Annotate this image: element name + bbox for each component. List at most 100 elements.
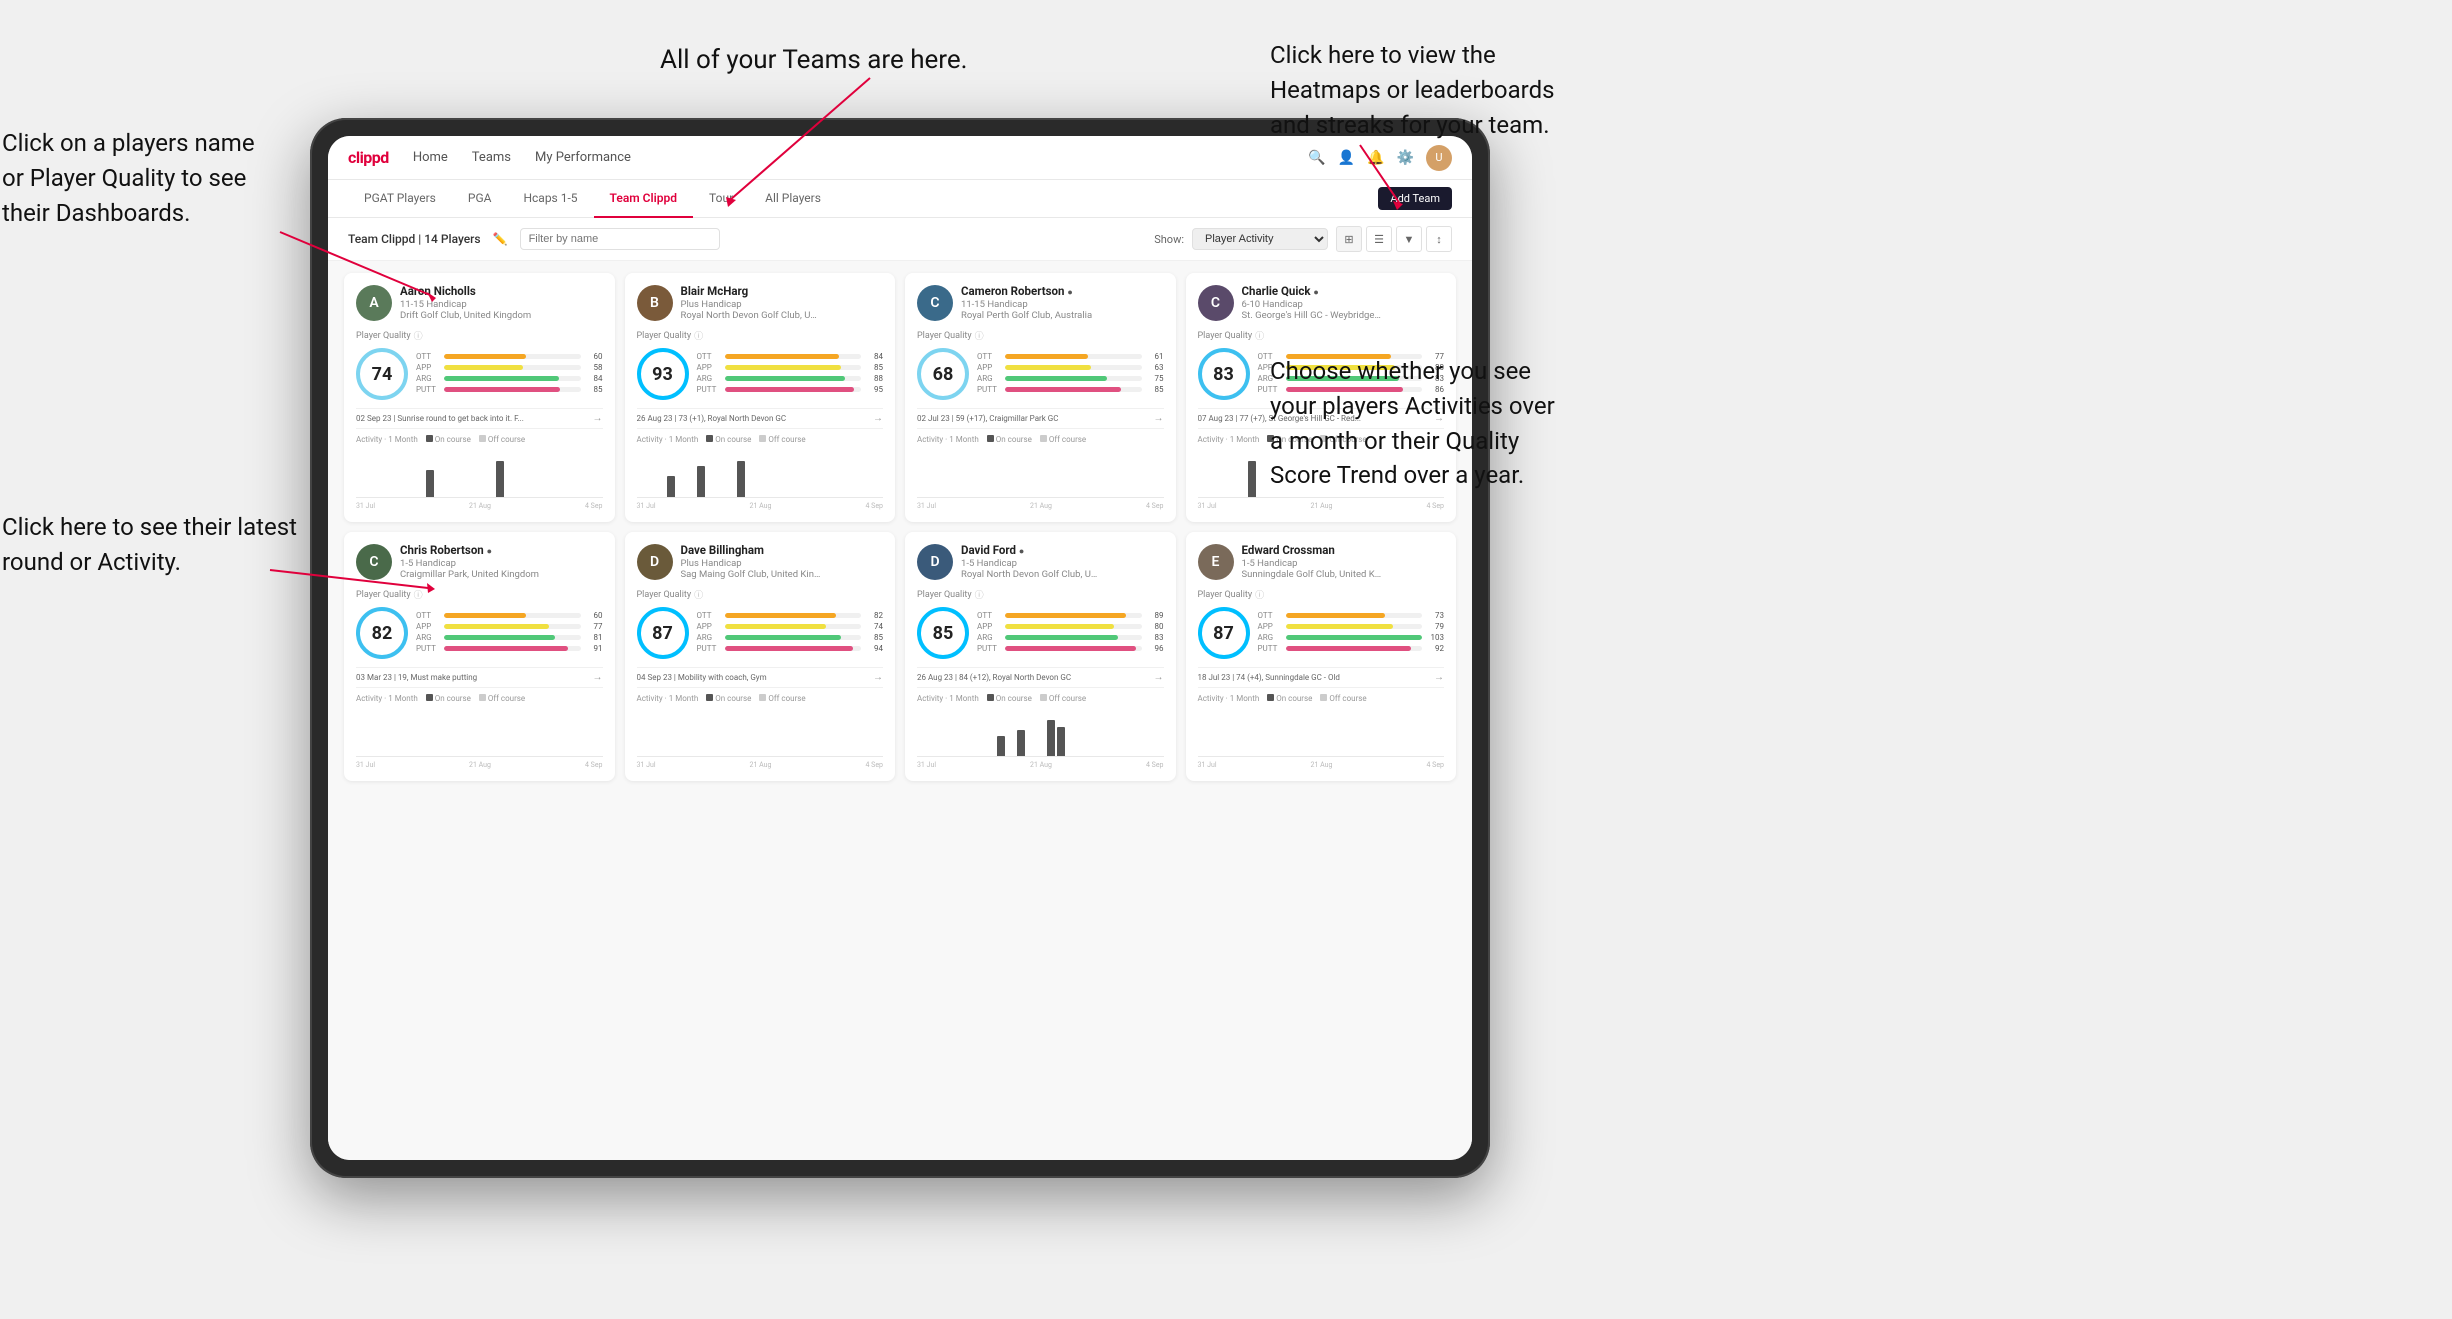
activity-select[interactable]: Player Activity Quality Score Trend <box>1192 228 1328 250</box>
activity-chart <box>356 448 603 498</box>
quality-body[interactable]: 85 OTT 89 APP 80 ARG 83 PUTT 96 <box>917 607 1164 659</box>
user-avatar[interactable]: U <box>1426 145 1452 171</box>
player-name[interactable]: Charlie Quick ● <box>1242 285 1445 299</box>
player-card-7: E Edward Crossman 1-5 Handicap Sunningda… <box>1186 532 1457 781</box>
quality-circle[interactable]: 85 <box>917 607 969 659</box>
player-club: Drift Golf Club, United Kingdom <box>400 310 540 321</box>
quality-circle[interactable]: 93 <box>637 348 689 400</box>
chart-dates: 31 Jul21 Aug4 Sep <box>637 761 884 769</box>
tab-all-players[interactable]: All Players <box>749 180 837 218</box>
player-name[interactable]: Blair McHarg <box>681 285 884 299</box>
round-text: 26 Aug 23 | 84 (+12), Royal North Devon … <box>917 673 1071 682</box>
off-course-legend: Off course <box>1040 435 1086 444</box>
filter-button[interactable]: ▼ <box>1396 226 1422 252</box>
activity-chart <box>917 707 1164 757</box>
player-info: Chris Robertson ● 1-5 Handicap Craigmill… <box>400 544 603 580</box>
round-arrow[interactable]: → <box>1154 672 1164 683</box>
table-view-button[interactable]: ☰ <box>1366 226 1392 252</box>
quality-body[interactable]: 87 OTT 82 APP 74 ARG 85 PUTT 94 <box>637 607 884 659</box>
player-handicap: 11-15 Handicap <box>400 299 603 310</box>
quality-circle[interactable]: 87 <box>1198 607 1250 659</box>
player-name[interactable]: Chris Robertson ● <box>400 544 603 558</box>
quality-circle[interactable]: 68 <box>917 348 969 400</box>
settings-icon[interactable]: ⚙️ <box>1397 150 1414 166</box>
activity-label: Activity · 1 Month <box>637 435 699 444</box>
quality-body[interactable]: 82 OTT 60 APP 77 ARG 81 PUTT 91 <box>356 607 603 659</box>
quality-label: Player Quality ⓘ <box>1198 588 1445 601</box>
tab-pgat-players[interactable]: PGAT Players <box>348 180 452 218</box>
round-arrow[interactable]: → <box>593 672 603 683</box>
player-info: Cameron Robertson ● 11-15 Handicap Royal… <box>961 285 1164 321</box>
player-header: C Chris Robertson ● 1-5 Handicap Craigmi… <box>356 544 603 580</box>
sort-button[interactable]: ↕ <box>1426 226 1452 252</box>
player-name[interactable]: Dave Billingham <box>681 544 884 558</box>
add-team-button[interactable]: Add Team <box>1378 187 1452 210</box>
player-info: Edward Crossman 1-5 Handicap Sunningdale… <box>1242 544 1445 580</box>
activity-header: Activity · 1 Month On course Off course <box>637 435 884 444</box>
round-arrow[interactable]: → <box>873 672 883 683</box>
on-course-legend: On course <box>426 694 471 703</box>
quality-body[interactable]: 68 OTT 61 APP 63 ARG 75 PUTT 85 <box>917 348 1164 400</box>
round-arrow[interactable]: → <box>1434 672 1444 683</box>
latest-round[interactable]: 18 Jul 23 | 74 (+4), Sunningdale GC - Ol… <box>1198 667 1445 688</box>
grid-view-button[interactable]: ⊞ <box>1336 226 1362 252</box>
nav-icons: 🔍 👤 🔔 ⚙️ U <box>1308 145 1452 171</box>
player-avatar: C <box>356 544 392 580</box>
round-text: 02 Sep 23 | Sunrise round to get back in… <box>356 414 524 423</box>
latest-round[interactable]: 26 Aug 23 | 73 (+1), Royal North Devon G… <box>637 408 884 429</box>
tab-tour[interactable]: Tour <box>693 180 749 218</box>
player-card-6: D David Ford ● 1-5 Handicap Royal North … <box>905 532 1176 781</box>
latest-round[interactable]: 26 Aug 23 | 84 (+12), Royal North Devon … <box>917 667 1164 688</box>
player-avatar: A <box>356 285 392 321</box>
search-input[interactable] <box>520 228 720 250</box>
quality-stats: OTT 61 APP 63 ARG 75 PUTT 85 <box>977 352 1164 396</box>
player-handicap: 11-15 Handicap <box>961 299 1164 310</box>
player-handicap: 1-5 Handicap <box>400 558 603 569</box>
player-avatar: C <box>917 285 953 321</box>
nav-teams[interactable]: Teams <box>472 146 511 169</box>
round-arrow[interactable]: → <box>1154 413 1164 424</box>
quality-label: Player Quality ⓘ <box>356 588 603 601</box>
logo: clippd <box>348 148 389 167</box>
search-icon[interactable]: 🔍 <box>1308 150 1325 166</box>
player-name[interactable]: David Ford ● <box>961 544 1164 558</box>
player-name[interactable]: Cameron Robertson ● <box>961 285 1164 299</box>
bell-icon[interactable]: 🔔 <box>1367 150 1384 166</box>
chart-dates: 31 Jul21 Aug4 Sep <box>356 761 603 769</box>
chart-dates: 31 Jul21 Aug4 Sep <box>1198 502 1445 510</box>
player-card-5: D Dave Billingham Plus Handicap Sag Main… <box>625 532 896 781</box>
quality-body[interactable]: 74 OTT 60 APP 58 ARG 84 PUTT 85 <box>356 348 603 400</box>
player-header: E Edward Crossman 1-5 Handicap Sunningda… <box>1198 544 1445 580</box>
tab-pga[interactable]: PGA <box>452 180 508 218</box>
activity-label: Activity · 1 Month <box>637 694 699 703</box>
latest-round[interactable]: 03 Mar 23 | 19, Must make putting → <box>356 667 603 688</box>
off-course-legend: Off course <box>1040 694 1086 703</box>
quality-label: Player Quality ⓘ <box>1198 329 1445 342</box>
activity-chart <box>637 707 884 757</box>
view-mode-icons: ⊞ ☰ ▼ ↕ <box>1336 226 1452 252</box>
player-header: D Dave Billingham Plus Handicap Sag Main… <box>637 544 884 580</box>
quality-circle[interactable]: 74 <box>356 348 408 400</box>
edit-icon[interactable]: ✏️ <box>493 232 508 246</box>
activity-header: Activity · 1 Month On course Off course <box>637 694 884 703</box>
quality-body[interactable]: 93 OTT 84 APP 85 ARG 88 PUTT 95 <box>637 348 884 400</box>
nav-home[interactable]: Home <box>413 146 448 169</box>
player-name[interactable]: Edward Crossman <box>1242 544 1445 558</box>
quality-circle[interactable]: 87 <box>637 607 689 659</box>
latest-round[interactable]: 04 Sep 23 | Mobility with coach, Gym → <box>637 667 884 688</box>
round-arrow[interactable]: → <box>873 413 883 424</box>
person-icon[interactable]: 👤 <box>1338 150 1355 166</box>
player-name[interactable]: Aaron Nicholls <box>400 285 603 299</box>
round-text: 04 Sep 23 | Mobility with coach, Gym <box>637 673 767 682</box>
tab-hcaps[interactable]: Hcaps 1-5 <box>507 180 593 218</box>
quality-circle[interactable]: 82 <box>356 607 408 659</box>
latest-round[interactable]: 02 Sep 23 | Sunrise round to get back in… <box>356 408 603 429</box>
player-card-2: C Cameron Robertson ● 11-15 Handicap Roy… <box>905 273 1176 522</box>
quality-stats: OTT 73 APP 79 ARG 103 PUTT 92 <box>1258 611 1445 655</box>
latest-round[interactable]: 02 Jul 23 | 59 (+17), Craigmillar Park G… <box>917 408 1164 429</box>
nav-my-performance[interactable]: My Performance <box>535 146 631 169</box>
round-arrow[interactable]: → <box>593 413 603 424</box>
tab-team-clippd[interactable]: Team Clippd <box>594 180 693 218</box>
quality-body[interactable]: 87 OTT 73 APP 79 ARG 103 PUTT 92 <box>1198 607 1445 659</box>
quality-circle[interactable]: 83 <box>1198 348 1250 400</box>
